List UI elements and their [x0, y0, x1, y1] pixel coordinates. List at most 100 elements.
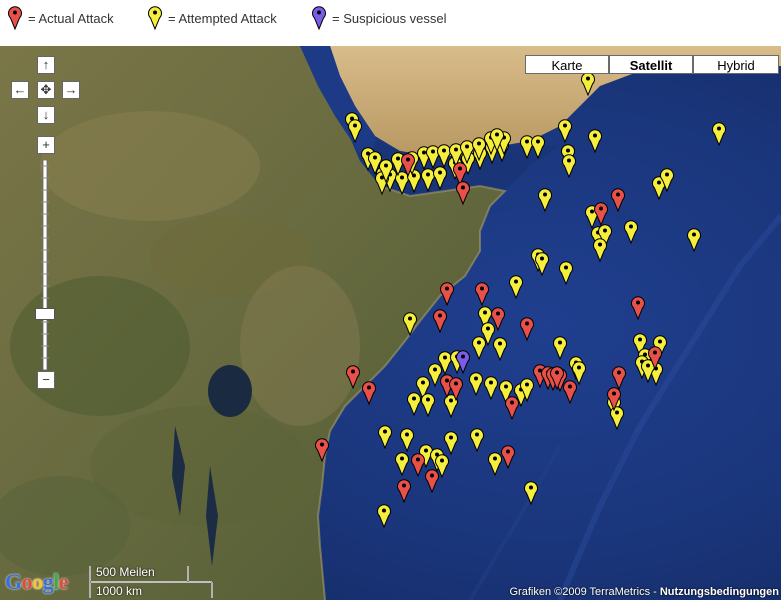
terms-link[interactable]: Nutzungsbedingungen — [660, 586, 779, 598]
actual-attack-marker[interactable] — [315, 438, 329, 463]
attempted-attack-marker[interactable] — [469, 372, 483, 397]
attempted-attack-marker[interactable] — [421, 393, 435, 418]
attempted-attack-marker[interactable] — [407, 392, 421, 417]
scale-km: 1000 km — [96, 584, 143, 598]
pan-down-button[interactable]: ↓ — [37, 106, 55, 124]
actual-attack-marker[interactable] — [411, 453, 425, 478]
actual-attack-marker[interactable] — [449, 377, 463, 402]
attempted-attack-marker[interactable] — [493, 337, 507, 362]
map-pin-icon — [395, 452, 409, 477]
map-pin-icon — [440, 282, 454, 307]
attempted-attack-marker[interactable] — [712, 122, 726, 147]
map-pin-icon — [433, 166, 447, 191]
map-pin-icon — [624, 220, 638, 245]
map-type-satellit[interactable]: Satellit — [609, 55, 693, 74]
actual-attack-marker[interactable] — [594, 202, 608, 227]
actual-attack-marker[interactable] — [520, 317, 534, 342]
legend-actual-label: = Actual Attack — [28, 10, 114, 26]
map-pin-icon — [562, 154, 576, 179]
actual-attack-marker[interactable] — [491, 307, 505, 332]
attempted-attack-marker[interactable] — [377, 504, 391, 529]
attempted-attack-marker[interactable] — [558, 119, 572, 144]
attempted-attack-marker[interactable] — [687, 228, 701, 253]
satellite-map[interactable]: Karte Satellit Hybrid ↑ ← ✥ → ↓ + − Goog… — [0, 46, 781, 600]
attempted-attack-marker[interactable] — [488, 452, 502, 477]
map-pin-icon — [607, 387, 621, 412]
zoom-in-button[interactable]: + — [37, 136, 55, 154]
attempted-attack-marker[interactable] — [624, 220, 638, 245]
actual-attack-marker[interactable] — [401, 153, 415, 178]
google-logo[interactable]: Google — [5, 569, 69, 595]
pan-right-button[interactable]: → — [62, 81, 80, 99]
attempted-attack-marker[interactable] — [400, 428, 414, 453]
map-pin-icon — [362, 381, 376, 406]
actual-attack-marker[interactable] — [362, 381, 376, 406]
actual-attack-marker[interactable] — [456, 181, 470, 206]
suspicious-vessel-marker[interactable] — [456, 350, 470, 375]
attempted-attack-marker[interactable] — [433, 166, 447, 191]
map-pin-icon — [594, 202, 608, 227]
attempted-attack-marker[interactable] — [444, 431, 458, 456]
actual-attack-marker[interactable] — [563, 380, 577, 405]
map-pin-icon — [475, 282, 489, 307]
map-pin-icon — [520, 317, 534, 342]
map-pin-icon — [470, 428, 484, 453]
map-pin-icon — [524, 481, 538, 506]
actual-attack-marker[interactable] — [346, 365, 360, 390]
map-pin-icon — [488, 452, 502, 477]
zoom-slider-thumb[interactable] — [35, 308, 55, 320]
map-pin-icon — [397, 479, 411, 504]
actual-attack-marker[interactable] — [612, 366, 626, 391]
attempted-attack-marker[interactable] — [593, 238, 607, 263]
actual-attack-marker[interactable] — [501, 445, 515, 470]
legend-attempted-label: = Attempted Attack — [168, 10, 277, 26]
actual-attack-marker[interactable] — [440, 282, 454, 307]
actual-attack-marker[interactable] — [611, 188, 625, 213]
actual-attack-marker[interactable] — [607, 387, 621, 412]
red-pin-icon — [8, 6, 22, 30]
attempted-attack-marker[interactable] — [660, 168, 674, 193]
legend-suspicious: = Suspicious vessel — [312, 6, 447, 30]
attempted-attack-marker[interactable] — [538, 188, 552, 213]
attempted-attack-marker[interactable] — [470, 428, 484, 453]
map-pin-icon — [531, 135, 545, 160]
attempted-attack-marker[interactable] — [553, 336, 567, 361]
attempted-attack-marker[interactable] — [403, 312, 417, 337]
actual-attack-marker[interactable] — [475, 282, 489, 307]
actual-attack-marker[interactable] — [631, 296, 645, 321]
attempted-attack-marker[interactable] — [509, 275, 523, 300]
attempted-attack-marker[interactable] — [588, 129, 602, 154]
map-pin-icon — [509, 275, 523, 300]
attempted-attack-marker[interactable] — [490, 128, 504, 153]
map-pin-icon — [520, 378, 534, 403]
zoom-out-button[interactable]: − — [37, 371, 55, 389]
map-pin-icon — [535, 252, 549, 277]
pan-left-button[interactable]: ← — [11, 81, 29, 99]
map-pin-icon — [407, 392, 421, 417]
attempted-attack-marker[interactable] — [531, 135, 545, 160]
actual-attack-marker[interactable] — [648, 346, 662, 371]
actual-attack-marker[interactable] — [550, 366, 564, 391]
attempted-attack-marker[interactable] — [535, 252, 549, 277]
attempted-attack-marker[interactable] — [524, 481, 538, 506]
attempted-attack-marker[interactable] — [581, 72, 595, 97]
actual-attack-marker[interactable] — [397, 479, 411, 504]
pan-up-button[interactable]: ↑ — [37, 56, 55, 74]
attempted-attack-marker[interactable] — [378, 425, 392, 450]
legend-attempted: = Attempted Attack — [148, 6, 277, 30]
actual-attack-marker[interactable] — [433, 309, 447, 334]
attempted-attack-marker[interactable] — [395, 452, 409, 477]
attempted-attack-marker[interactable] — [472, 336, 486, 361]
attempted-attack-marker[interactable] — [562, 154, 576, 179]
actual-attack-marker[interactable] — [425, 469, 439, 494]
map-type-hybrid[interactable]: Hybrid — [693, 55, 779, 74]
map-type-karte[interactable]: Karte — [525, 55, 609, 74]
zoom-slider-track[interactable] — [38, 159, 52, 371]
attempted-attack-marker[interactable] — [484, 376, 498, 401]
actual-attack-marker[interactable] — [505, 396, 519, 421]
attempted-attack-marker[interactable] — [559, 261, 573, 286]
pan-center-button[interactable]: ✥ — [37, 81, 55, 99]
attempted-attack-marker[interactable] — [348, 119, 362, 144]
attempted-attack-marker[interactable] — [520, 378, 534, 403]
map-pin-icon — [433, 309, 447, 334]
